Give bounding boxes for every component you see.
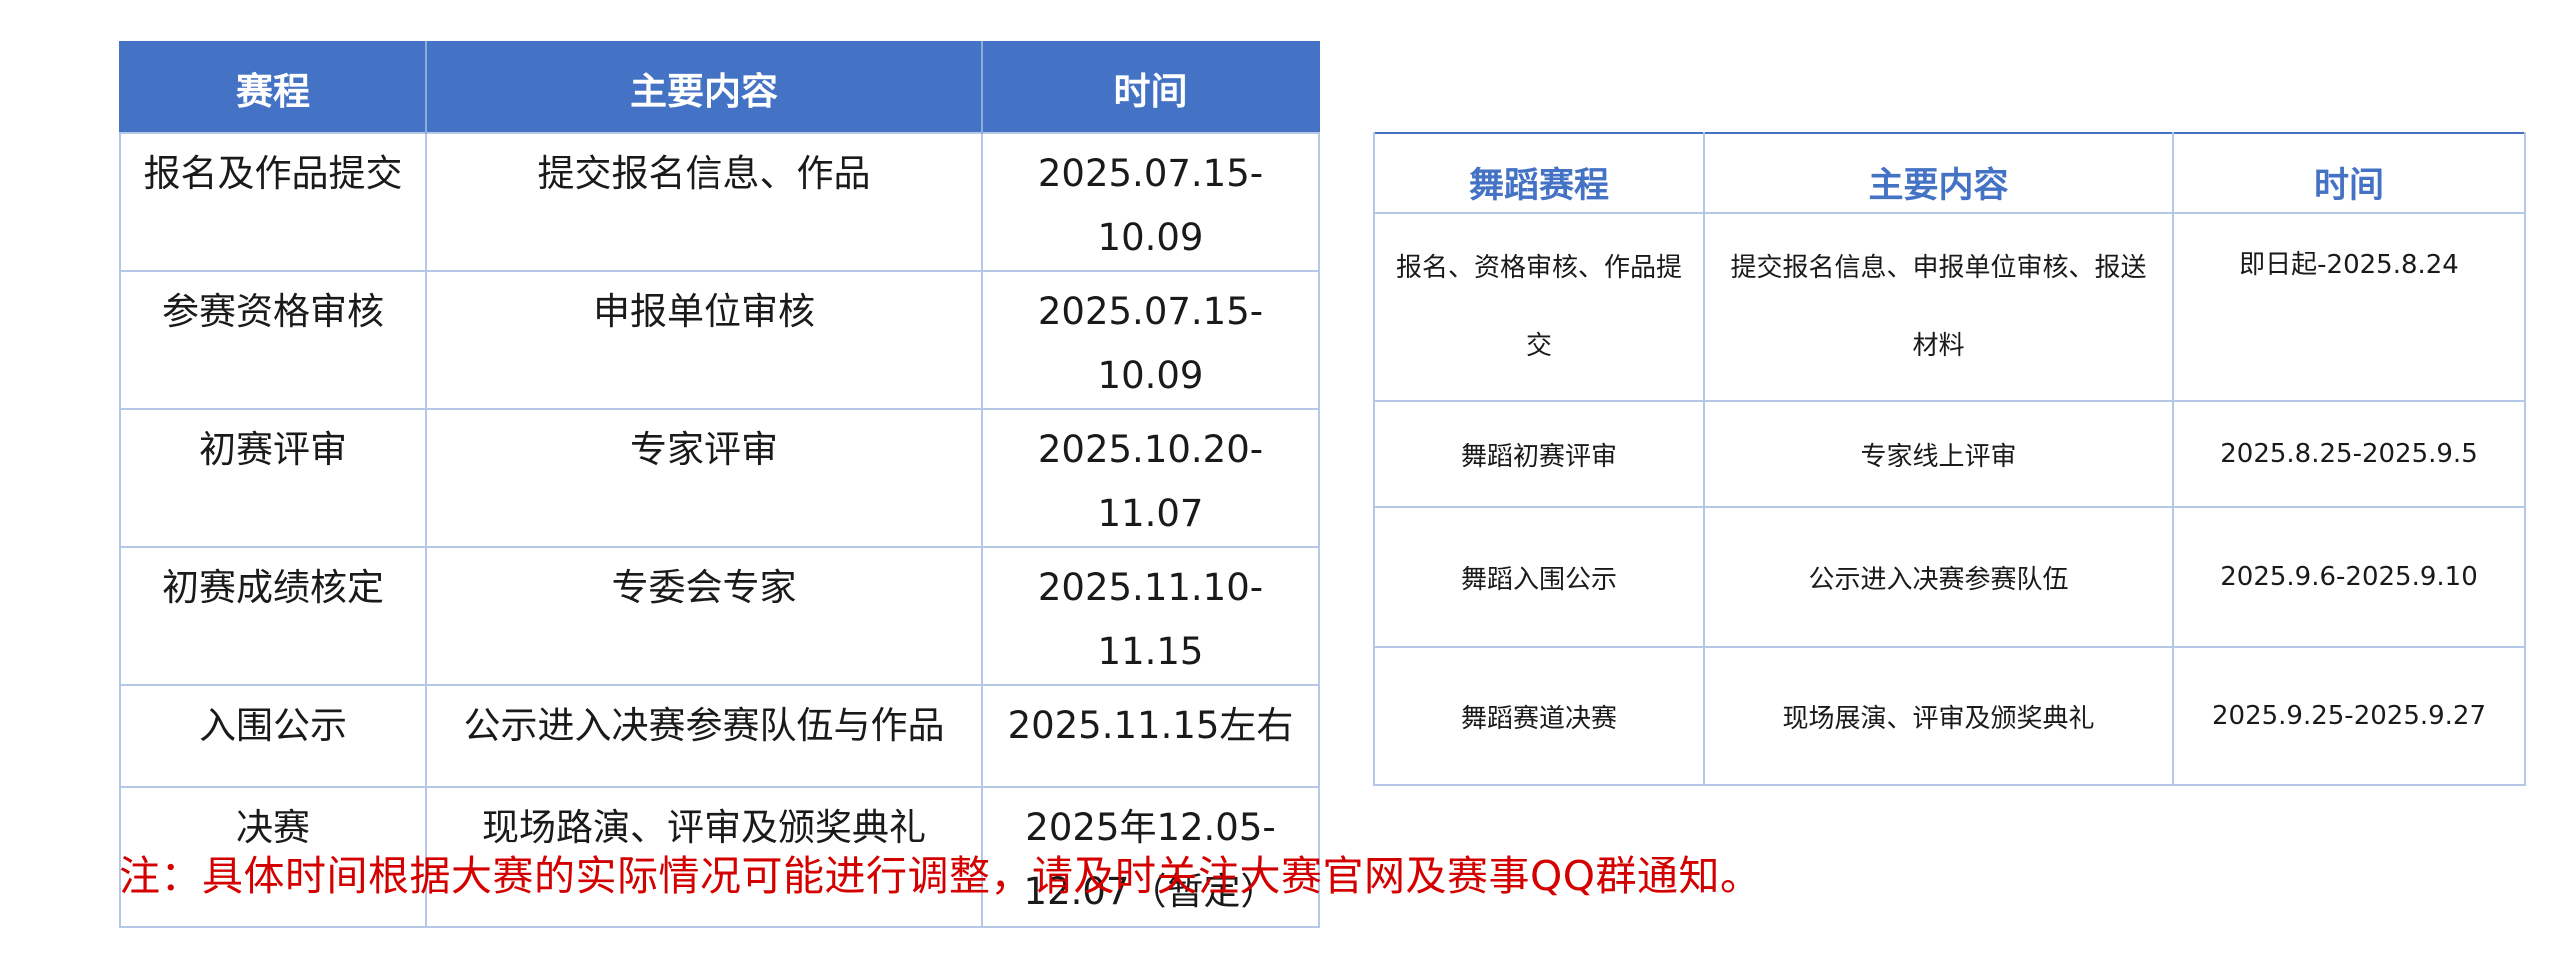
content-cell: 专委会专家 xyxy=(425,546,983,686)
time-cell: 2025.9.6-2025.9.10 xyxy=(2172,506,2526,648)
stage-cell: 报名及作品提交 xyxy=(119,132,427,272)
stage-cell: 初赛成绩核定 xyxy=(119,546,427,686)
header-content: 主要内容 xyxy=(1703,133,2174,214)
table-row: 报名及作品提交 提交报名信息、作品 2025.07.15-10.09 xyxy=(119,132,1320,272)
table-row: 参赛资格审核 申报单位审核 2025.07.15-10.09 xyxy=(119,270,1320,410)
stage-cell: 参赛资格审核 xyxy=(119,270,427,410)
time-cell: 2025.11.10-11.15 xyxy=(981,546,1320,686)
time-cell: 即日起-2025.8.24 xyxy=(2172,212,2526,402)
dance-schedule-table: 舞蹈赛程 主要内容 时间 报名、资格审核、作品提交 提交报名信息、申报单位审核、… xyxy=(1373,132,2526,786)
table-header-row: 舞蹈赛程 主要内容 时间 xyxy=(1373,133,2526,214)
table-row: 舞蹈入围公示 公示进入决赛参赛队伍 2025.9.6-2025.9.10 xyxy=(1373,506,2526,648)
header-time: 时间 xyxy=(981,42,1319,133)
competition-schedule-table: 赛程 主要内容 时间 报名及作品提交 提交报名信息、作品 2025.07.15-… xyxy=(119,41,1320,928)
content-cell: 提交报名信息、申报单位审核、报送材料 xyxy=(1703,212,2174,402)
stage-cell: 入围公示 xyxy=(119,684,427,788)
table-row: 报名、资格审核、作品提交 提交报名信息、申报单位审核、报送材料 即日起-2025… xyxy=(1373,212,2526,402)
stage-cell: 初赛评审 xyxy=(119,408,427,548)
schedule-footnote: 注：具体时间根据大赛的实际情况可能进行调整，请及时关注大赛官网及赛事QQ群通知。 xyxy=(119,852,1762,900)
time-cell: 2025.11.15左右 xyxy=(981,684,1320,788)
table-row: 入围公示 公示进入决赛参赛队伍与作品 2025.11.15左右 xyxy=(119,684,1320,788)
stage-cell: 舞蹈赛道决赛 xyxy=(1373,646,1705,786)
content-cell: 专家评审 xyxy=(425,408,983,548)
header-dance-stage: 舞蹈赛程 xyxy=(1373,133,1705,214)
content-cell: 专家线上评审 xyxy=(1703,400,2174,508)
time-cell: 2025.07.15-10.09 xyxy=(981,270,1320,410)
content-cell: 现场展演、评审及颁奖典礼 xyxy=(1703,646,2174,786)
content-cell: 申报单位审核 xyxy=(425,270,983,410)
time-cell: 2025.9.25-2025.9.27 xyxy=(2172,646,2526,786)
header-content: 主要内容 xyxy=(425,42,982,133)
content-cell: 公示进入决赛参赛队伍 xyxy=(1703,506,2174,648)
table-header-row: 赛程 主要内容 时间 xyxy=(120,42,1319,133)
table-row: 初赛评审 专家评审 2025.10.20-11.07 xyxy=(119,408,1320,548)
stage-cell: 舞蹈初赛评审 xyxy=(1373,400,1705,508)
table-row: 舞蹈初赛评审 专家线上评审 2025.8.25-2025.9.5 xyxy=(1373,400,2526,508)
time-cell: 2025.8.25-2025.9.5 xyxy=(2172,400,2526,508)
table-row: 初赛成绩核定 专委会专家 2025.11.10-11.15 xyxy=(119,546,1320,686)
header-time: 时间 xyxy=(2172,133,2526,214)
stage-cell: 舞蹈入围公示 xyxy=(1373,506,1705,648)
content-cell: 公示进入决赛参赛队伍与作品 xyxy=(425,684,983,788)
header-stage: 赛程 xyxy=(120,42,426,133)
table-row: 舞蹈赛道决赛 现场展演、评审及颁奖典礼 2025.9.25-2025.9.27 xyxy=(1373,646,2526,786)
stage-cell: 报名、资格审核、作品提交 xyxy=(1373,212,1705,402)
content-cell: 提交报名信息、作品 xyxy=(425,132,983,272)
time-cell: 2025.07.15-10.09 xyxy=(981,132,1320,272)
time-cell: 2025.10.20-11.07 xyxy=(981,408,1320,548)
